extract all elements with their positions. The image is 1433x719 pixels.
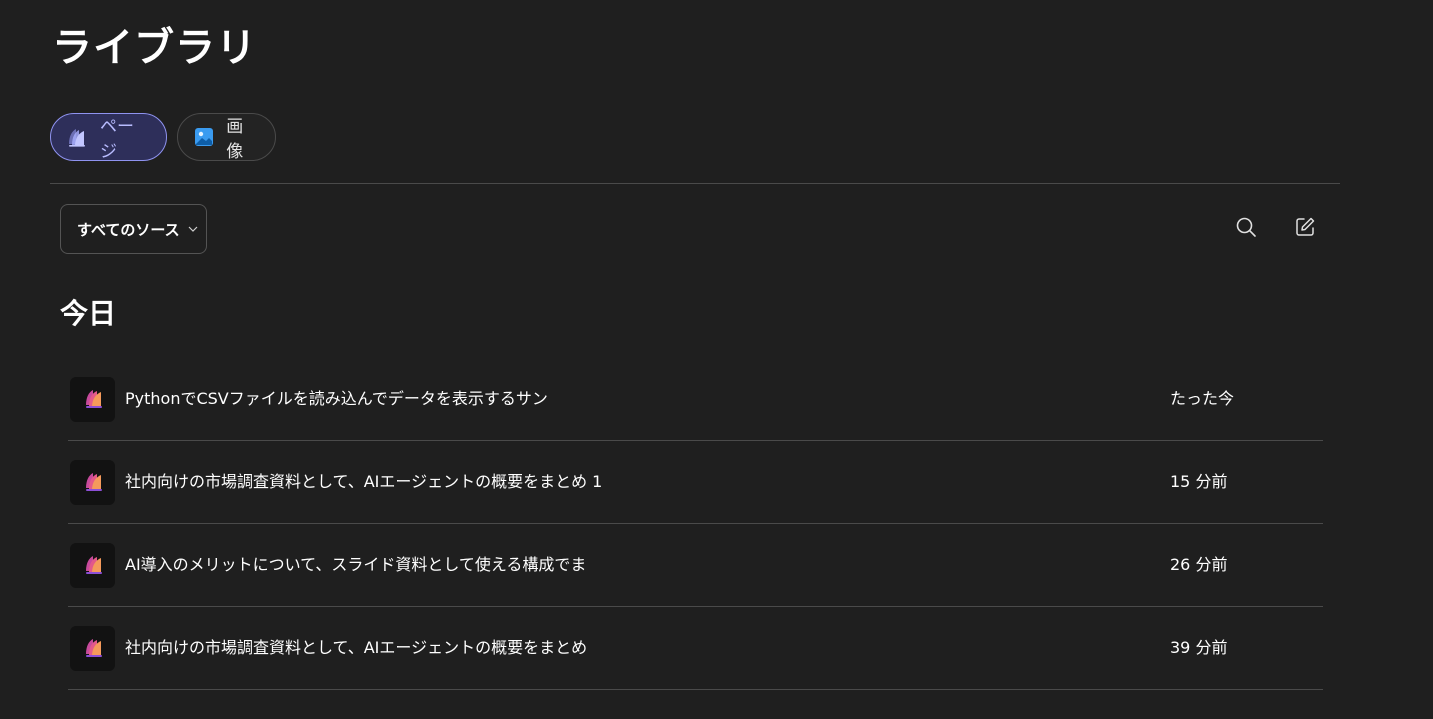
page-icon	[82, 387, 104, 413]
page-thumbnail	[70, 377, 115, 422]
list-item-time: 26 分前	[1170, 555, 1228, 574]
library-tabs: ページ 画像	[50, 113, 276, 162]
tab-images-label: 画像	[226, 117, 244, 162]
list-item[interactable]: 社内向けの市場調査資料として、AIエージェントの概要をまとめ 1 15 分前	[68, 441, 1323, 524]
list-item-title: 社内向けの市場調査資料として、AIエージェントの概要をまとめ 1	[125, 472, 603, 491]
page-icon	[82, 553, 104, 579]
page-list: PythonでCSVファイルを読み込んでデータを表示するサン たった今 社内向け…	[68, 358, 1323, 690]
tab-pages-label: ページ	[100, 117, 134, 162]
page-icon	[82, 636, 104, 662]
source-filter-dropdown[interactable]: すべてのソース	[60, 204, 207, 254]
list-item-time: 15 分前	[1170, 472, 1228, 491]
library-page: ライブラリ ページ 画像 すべてのソース 今日 PythonでCSVファイルを読…	[0, 0, 1433, 719]
list-item-title: AI導入のメリットについて、スライド資料として使える構成でま	[125, 555, 587, 574]
header-divider	[50, 183, 1340, 184]
list-item-time: 39 分前	[1170, 638, 1228, 657]
list-item-time: たった今	[1170, 389, 1235, 408]
source-filter-label: すべてのソース	[77, 220, 180, 239]
tab-images[interactable]: 画像	[177, 113, 276, 162]
search-button[interactable]	[1233, 216, 1259, 242]
list-item-title: PythonでCSVファイルを読み込んでデータを表示するサン	[125, 389, 548, 408]
page-icon	[82, 470, 104, 496]
chevron-down-icon	[188, 226, 198, 232]
tab-pages[interactable]: ページ	[50, 113, 167, 162]
image-icon	[193, 126, 214, 148]
new-page-button[interactable]	[1292, 216, 1318, 242]
page-thumbnail	[70, 460, 115, 505]
page-thumbnail	[70, 543, 115, 588]
list-item[interactable]: PythonでCSVファイルを読み込んでデータを表示するサン たった今	[68, 358, 1323, 441]
page-thumbnail	[70, 626, 115, 671]
search-icon	[1235, 216, 1257, 242]
list-item[interactable]: AI導入のメリットについて、スライド資料として使える構成でま 26 分前	[68, 524, 1323, 607]
pages-book-icon	[66, 126, 88, 148]
page-title: ライブラリ	[52, 25, 257, 71]
new-page-icon	[1294, 216, 1316, 242]
list-item-title: 社内向けの市場調査資料として、AIエージェントの概要をまとめ	[125, 638, 588, 657]
list-item[interactable]: 社内向けの市場調査資料として、AIエージェントの概要をまとめ 39 分前	[68, 607, 1323, 690]
section-heading-today: 今日	[60, 297, 117, 330]
